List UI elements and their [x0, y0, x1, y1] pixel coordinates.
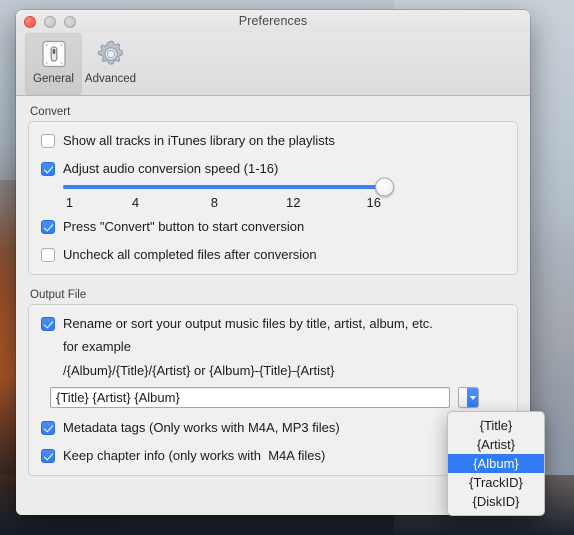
- checkbox-uncheck-completed-label: Uncheck all completed files after conver…: [63, 247, 317, 262]
- checkbox-show-all-tracks-label: Show all tracks in iTunes library on the…: [63, 133, 335, 148]
- checkbox-uncheck-completed[interactable]: [41, 247, 55, 262]
- row-adjust-speed[interactable]: Adjust audio conversion speed (1-16): [41, 161, 505, 176]
- menu-item-diskid[interactable]: {DiskID}: [448, 492, 544, 511]
- menu-item-album[interactable]: {Album}: [448, 454, 544, 473]
- checkbox-show-all-tracks[interactable]: [41, 133, 55, 148]
- pattern-input[interactable]: [50, 387, 450, 408]
- conversion-speed-slider[interactable]: 1 4 8 12 16: [63, 177, 394, 213]
- toolbar-tab-general-label: General: [33, 73, 74, 85]
- checkbox-metadata-tags[interactable]: [41, 420, 55, 435]
- slider-tick-labels: 1 4 8 12 16: [63, 195, 385, 213]
- window-titlebar: Preferences: [16, 10, 530, 33]
- row-rename-sort[interactable]: Rename or sort your output music files b…: [41, 316, 505, 331]
- slider-tick-1: 1: [65, 195, 74, 210]
- toolbar-tab-advanced[interactable]: Advanced: [82, 33, 139, 85]
- row-uncheck-completed[interactable]: Uncheck all completed files after conver…: [41, 247, 505, 262]
- gear-icon: [95, 36, 127, 72]
- checkbox-metadata-tags-label: Metadata tags (Only works with M4A, MP3 …: [63, 420, 340, 435]
- menu-item-artist[interactable]: {Artist}: [448, 435, 544, 454]
- slider-tick-8: 8: [210, 195, 218, 210]
- row-press-convert[interactable]: Press "Convert" button to start conversi…: [41, 219, 505, 234]
- output-file-group: Output File Rename or sort your output m…: [28, 289, 518, 476]
- checkbox-adjust-speed[interactable]: [41, 161, 55, 176]
- menu-item-title[interactable]: {Title}: [448, 416, 544, 435]
- menu-item-trackid[interactable]: {TrackID}: [448, 473, 544, 492]
- output-file-group-title: Output File: [30, 289, 87, 301]
- checkbox-rename-sort[interactable]: [41, 316, 55, 331]
- window-title: Preferences: [238, 14, 308, 28]
- slider-tick-12: 12: [285, 195, 301, 210]
- row-metadata-tags[interactable]: Metadata tags (Only works with M4A, MP3 …: [41, 420, 505, 435]
- checkbox-press-convert-label: Press "Convert" button to start conversi…: [63, 219, 305, 234]
- convert-group-title: Convert: [30, 106, 71, 118]
- chevron-down-icon: [467, 388, 478, 407]
- row-keep-chapter-info[interactable]: Keep chapter info (only works with M4A f…: [41, 448, 505, 463]
- pattern-popup-button[interactable]: [458, 387, 479, 408]
- checkbox-adjust-speed-label: Adjust audio conversion speed (1-16): [63, 161, 279, 176]
- checkbox-press-convert[interactable]: [41, 219, 55, 234]
- preferences-toolbar: General Advanced: [16, 33, 530, 96]
- output-file-group-body: Rename or sort your output music files b…: [28, 304, 518, 476]
- convert-group-body: Show all tracks in iTunes library on the…: [28, 121, 518, 275]
- pattern-dropdown-menu[interactable]: {Title} {Artist} {Album} {TrackID} {Disk…: [447, 411, 545, 516]
- row-show-all-tracks[interactable]: Show all tracks in iTunes library on the…: [41, 133, 505, 148]
- slider-track[interactable]: [63, 177, 394, 197]
- slider-tick-4: 4: [131, 195, 140, 210]
- general-panel-icon: [39, 36, 69, 72]
- example-pattern: /{Album}/{Title}/{Artist} or {Album}-{Ti…: [63, 363, 335, 378]
- checkbox-rename-sort-label: Rename or sort your output music files b…: [63, 316, 433, 331]
- example-heading: for example: [63, 339, 131, 354]
- slider-tick-16: 16: [366, 195, 381, 210]
- checkbox-keep-chapter-info-label: Keep chapter info (only works with M4A f…: [63, 448, 326, 463]
- checkbox-keep-chapter-info[interactable]: [41, 448, 55, 463]
- convert-group: Convert Show all tracks in iTunes librar…: [28, 106, 518, 275]
- toolbar-tab-general[interactable]: General: [25, 33, 82, 95]
- pattern-input-row: [50, 387, 505, 408]
- toolbar-tab-advanced-label: Advanced: [84, 73, 137, 85]
- slider-thumb[interactable]: [375, 177, 394, 197]
